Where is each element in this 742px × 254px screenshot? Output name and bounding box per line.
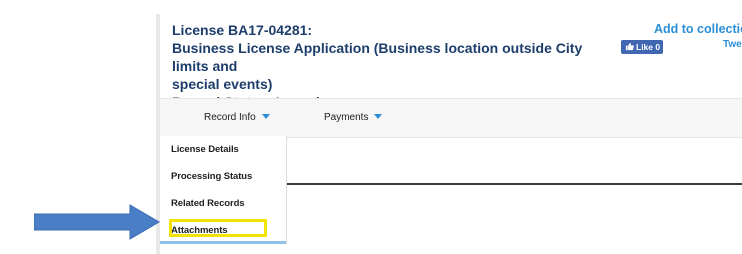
facebook-like-button[interactable]: Like 0 bbox=[621, 40, 663, 54]
right-arrow-icon bbox=[33, 204, 160, 240]
menu-item-license-details[interactable]: License Details bbox=[171, 144, 239, 155]
dropdown-underline bbox=[160, 241, 286, 244]
application-type-line-2: special events) bbox=[172, 76, 273, 92]
license-number: License BA17-04281: bbox=[172, 22, 313, 38]
thumbs-up-icon bbox=[625, 40, 634, 54]
record-tab-bar: Record Info Payments bbox=[160, 98, 742, 138]
caret-down-icon bbox=[374, 114, 383, 119]
caret-down-icon bbox=[261, 114, 270, 119]
menu-item-processing-status[interactable]: Processing Status bbox=[171, 171, 252, 182]
tab-record-info[interactable]: Record Info bbox=[204, 99, 270, 137]
content-divider bbox=[287, 183, 742, 185]
application-type-line-1: Business License Application (Business l… bbox=[172, 40, 583, 74]
record-header: License BA17-04281: Business License App… bbox=[160, 10, 742, 110]
tweet-button[interactable]: Tweet bbox=[723, 39, 742, 50]
tab-payments-label: Payments bbox=[324, 112, 369, 123]
like-label: Like 0 bbox=[636, 42, 661, 52]
attachments-highlight-box bbox=[169, 219, 267, 237]
menu-item-related-records[interactable]: Related Records bbox=[171, 198, 245, 209]
tab-record-info-label: Record Info bbox=[204, 112, 256, 123]
tab-payments[interactable]: Payments bbox=[324, 99, 383, 137]
add-to-collection-link[interactable]: Add to collection bbox=[654, 22, 742, 36]
